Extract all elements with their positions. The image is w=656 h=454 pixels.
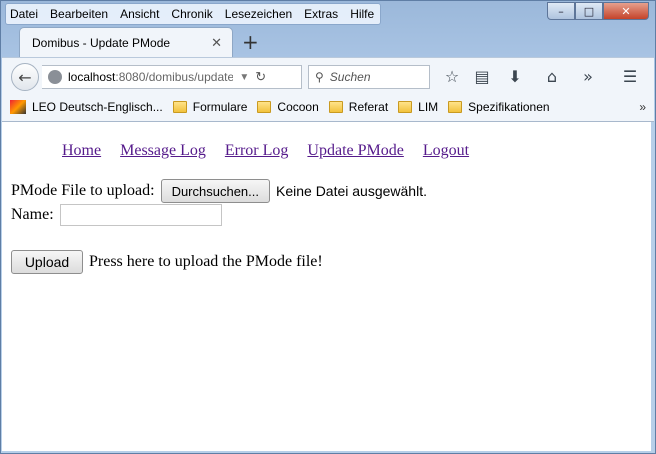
back-button[interactable]: ← [11,63,39,91]
bookmark-cocoon[interactable]: Cocoon [257,100,319,114]
menu-bar: Datei Bearbeiten Ansicht Chronik Lesezei… [5,3,382,25]
menu-chronik[interactable]: Chronik [171,7,212,21]
nav-error-log-link[interactable]: Error Log [225,142,289,160]
search-placeholder: Suchen [329,70,371,84]
close-window-button[interactable]: ✕ [603,2,649,20]
bookmark-label: Spezifikationen [468,100,550,114]
bookmark-label: Formulare [192,100,248,114]
search-icon: ⚲ [315,70,324,84]
bookmarks-bar: LEO Deutsch-Englisch... Formulare Cocoon… [2,93,654,122]
download-icon[interactable]: ⬇ [505,67,525,86]
bookmark-label: Referat [348,100,389,114]
globe-icon [48,70,62,84]
browse-button[interactable]: Durchsuchen... [160,179,270,203]
site-nav: Home Message Log Error Log Update PMode … [62,142,488,160]
url-dropdown-icon[interactable]: ▼ [239,72,249,83]
bookmark-formulare[interactable]: Formulare [172,100,248,114]
name-field[interactable] [59,204,222,226]
reading-list-icon[interactable]: ▤ [472,67,492,86]
navigation-bar: ← localhost :8080/domibus/updatepmode ▼ … [2,57,654,94]
url-path: :8080/domibus/updatepmode [115,70,234,84]
bookmark-label: LEO Deutsch-Englisch... [32,100,163,114]
tab-close-icon[interactable]: ✕ [211,35,222,51]
folder-icon [328,101,343,113]
file-label: PMode File to upload: [11,182,155,199]
bookmark-leo[interactable]: LEO Deutsch-Englisch... [2,100,163,114]
maximize-button[interactable]: □ [575,2,603,20]
menu-datei[interactable]: Datei [10,7,38,21]
nav-home-link[interactable]: Home [62,142,101,160]
folder-icon [448,101,463,113]
menu-ansicht[interactable]: Ansicht [120,7,159,21]
hamburger-menu-icon[interactable]: ☰ [620,67,640,86]
upload-button[interactable]: Upload [11,250,83,274]
bookmark-lim[interactable]: LIM [398,100,438,114]
window-controls: – □ ✕ [547,2,649,20]
nav-update-pmode-link[interactable]: Update PMode [307,142,403,160]
upload-row: Upload Press here to upload the PMode fi… [11,250,323,274]
folder-icon [398,101,413,113]
minimize-button[interactable]: – [547,2,575,20]
new-tab-button[interactable]: + [242,30,259,54]
folder-icon [257,101,272,113]
bookmark-spezifikationen[interactable]: Spezifikationen [448,100,550,114]
bookmark-star-icon[interactable]: ☆ [442,67,462,86]
overflow-icon[interactable]: » [578,67,598,86]
nav-logout-link[interactable]: Logout [423,142,469,160]
menu-extras[interactable]: Extras [304,7,338,21]
bookmark-referat[interactable]: Referat [328,100,389,114]
folder-icon [172,101,187,113]
page-content: Home Message Log Error Log Update PMode … [2,122,651,451]
nav-message-log-link[interactable]: Message Log [120,142,206,160]
upload-hint: Press here to upload the PMode file! [89,253,323,270]
no-file-text: Keine Datei ausgewählt. [276,183,427,199]
name-label: Name: [11,206,54,223]
file-upload-row: PMode File to upload: Durchsuchen... Kei… [11,179,427,203]
tab-title: Domibus - Update PMode [32,35,171,50]
menu-bearbeiten[interactable]: Bearbeiten [50,7,108,21]
tab-domibus[interactable]: Domibus - Update PMode ✕ [19,27,233,57]
bookmarks-overflow-icon[interactable]: » [639,100,646,114]
name-row: Name: [11,204,222,226]
bookmark-label: LIM [418,100,439,114]
url-host: localhost [68,70,116,84]
bookmark-label: Cocoon [277,100,319,114]
menu-hilfe[interactable]: Hilfe [350,7,374,21]
back-arrow-icon: ← [18,67,32,87]
url-bar[interactable]: localhost :8080/domibus/updatepmode ▼ ↻ [42,65,302,89]
home-icon[interactable]: ⌂ [542,67,562,86]
browser-window: Datei Bearbeiten Ansicht Chronik Lesezei… [0,0,656,454]
leo-icon [10,100,26,114]
search-input[interactable]: ⚲ Suchen [308,65,430,89]
menu-lesezeichen[interactable]: Lesezeichen [225,7,292,21]
reload-icon[interactable]: ↻ [255,69,266,85]
